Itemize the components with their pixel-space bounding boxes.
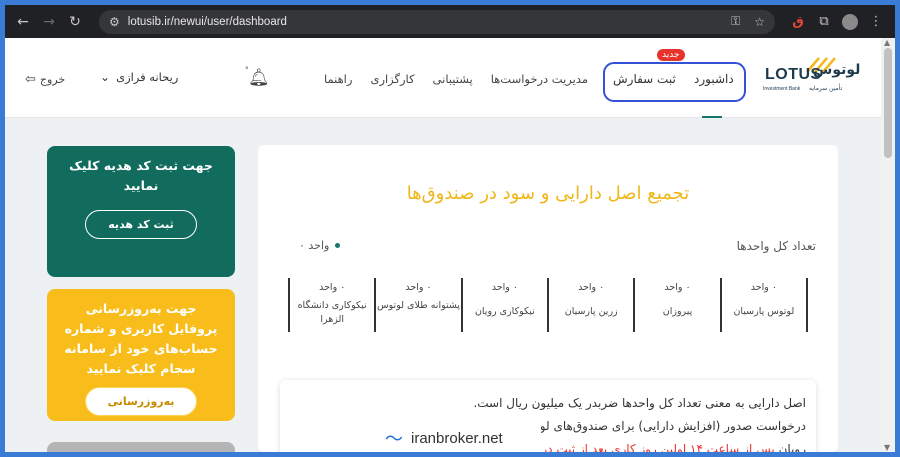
total-units-label: تعداد کل واحدها: [736, 239, 816, 253]
main-nav: مدیریت درخواست‌ها پشتیبانی کارگزاری راهن…: [315, 72, 597, 86]
fund-name: پیروزان: [662, 306, 693, 317]
panel-title: تجمیع اصل دارایی و سود در صندوق‌ها: [406, 183, 690, 204]
nav-item-brokerage[interactable]: کارگزاری: [361, 72, 423, 86]
fund-name: نیکوکاری رویان: [474, 306, 535, 317]
fund-units: ۰ واحد: [405, 282, 432, 293]
logout-label: خروج: [39, 73, 66, 86]
tab-order[interactable]: ثبت سفارش: [613, 72, 676, 86]
info-line-1: اصل دارایی به معنی تعداد کل واحدها ضربدر…: [473, 396, 806, 410]
back-icon[interactable]: ←: [13, 12, 33, 32]
site-page: ⇦ خروج ⌄ ریحانه فرازی ° 🔔︎ مدیریت درخواست…: [5, 38, 881, 452]
nav-item-guide[interactable]: راهنما: [315, 72, 361, 86]
total-units-text: ۰ واحد: [299, 239, 330, 252]
info-line-3-prefix: رویان: [778, 442, 806, 452]
logo-persian: لوتوس: [813, 62, 861, 78]
fund-units: ۰ واحد: [491, 282, 518, 293]
logout-link[interactable]: ⇦ خروج: [25, 72, 65, 87]
nav-item-support[interactable]: پشتیبانی: [424, 72, 482, 86]
logout-icon: ⇦: [25, 72, 36, 87]
url-text[interactable]: lotusib.ir/newui/user/dashboard: [128, 16, 717, 28]
fund-units: ۰ واحد: [664, 282, 691, 293]
info-line-3: رویان پس از ساعت ۱۴ اولین روز کاری بعد ا…: [294, 438, 806, 452]
fund-item[interactable]: ۰ واحد زرین پارسیان: [549, 278, 636, 332]
browser-toolbar: ← → ↻ ⚙ lotusib.ir/newui/user/dashboard …: [5, 5, 895, 38]
notification-count: °: [245, 66, 249, 74]
update-profile-title: جهت به‌روزرسانی پروفایل کاربری و شماره ح…: [64, 301, 218, 376]
nav-item-management[interactable]: مدیریت درخواست‌ها: [482, 72, 597, 86]
fund-item[interactable]: ۰ واحد نیکوکاری دانشگاه الزهرا: [288, 278, 377, 332]
trend-icon: 〜: [385, 429, 403, 450]
info-line-2: درخواست صدور (افزایش دارایی) برای صندوق‌…: [420, 419, 806, 433]
fund-name: پشتوانه طلای لوتوس: [377, 300, 460, 311]
fund-name: لوتوس پارسیان: [733, 306, 795, 317]
forward-icon[interactable]: →: [39, 12, 59, 32]
status-dot: [335, 243, 341, 248]
fund-name: نیکوکاری دانشگاه الزهرا: [297, 300, 367, 325]
site-header: ⇦ خروج ⌄ ریحانه فرازی ° 🔔︎ مدیریت درخواست…: [5, 38, 881, 118]
fund-item[interactable]: ۰ واحد لوتوس پارسیان: [722, 278, 808, 332]
total-units-value: ۰ واحد: [299, 239, 341, 252]
browser-window: ← → ↻ ⚙ lotusib.ir/newui/user/dashboard …: [5, 5, 895, 452]
scroll-up-icon[interactable]: ▲: [884, 38, 890, 47]
profile-avatar-icon[interactable]: [839, 11, 861, 33]
update-profile-card: جهت به‌روزرسانی پروفایل کاربری و شماره ح…: [47, 289, 235, 421]
extension-icon[interactable]: ق: [787, 11, 809, 33]
site-info-icon[interactable]: ⚙: [109, 15, 120, 29]
fund-list: ۰ واحد لوتوس پارسیان ۰ واحد پیروزان ۰ وا…: [288, 278, 808, 332]
watermark: 〜 iranbroker.net: [375, 420, 541, 452]
fund-units: ۰ واحد: [750, 282, 777, 293]
browser-menu-icon[interactable]: ⋮: [865, 11, 887, 33]
page-scrollbar[interactable]: ▲ ▼: [881, 38, 895, 452]
fund-item[interactable]: ۰ واحد پیروزان: [635, 278, 722, 332]
watermark-text: iranbroker.net: [411, 429, 503, 447]
fund-units: ۰ واحد: [319, 282, 346, 293]
info-box: اصل دارایی به معنی تعداد کل واحدها ضربدر…: [280, 380, 816, 452]
user-name: ریحانه فرازی: [116, 70, 179, 84]
key-icon[interactable]: ⚿: [731, 14, 740, 29]
bookmark-star-icon[interactable]: ☆: [754, 15, 765, 29]
scrollbar-thumb[interactable]: [884, 48, 892, 158]
logo-sub-latin: Investment Bank: [763, 86, 801, 92]
sidebar-card-3: [47, 442, 235, 452]
active-tab-indicator: [702, 116, 722, 118]
fund-units: ۰ واحد: [578, 282, 605, 293]
update-profile-button[interactable]: به‌روزرسانی: [84, 387, 198, 416]
address-bar[interactable]: ⚙ lotusib.ir/newui/user/dashboard ⚿ ☆: [99, 9, 775, 34]
new-badge: جدید: [657, 49, 685, 61]
gift-code-title: جهت ثبت کد هدیه کلیک نمایید: [69, 158, 213, 193]
scroll-down-icon[interactable]: ▼: [884, 443, 890, 452]
tab-dashboard[interactable]: داشبورد: [694, 72, 734, 86]
logo-sub-persian: تأمین سرمایه: [809, 85, 843, 92]
chevron-down-icon: ⌄: [100, 70, 111, 84]
extensions-puzzle-icon[interactable]: ⧉: [813, 11, 835, 33]
gift-code-card: جهت ثبت کد هدیه کلیک نمایید ثبت کد هدیه: [47, 146, 235, 277]
lotus-logo[interactable]: LOTUS لوتوس Investment Bank تأمین سرمایه: [757, 54, 867, 98]
fund-name: زرین پارسیان: [564, 306, 618, 317]
reload-icon[interactable]: ↻: [65, 12, 85, 32]
user-menu[interactable]: ⌄ ریحانه فرازی: [100, 70, 178, 84]
gift-code-button[interactable]: ثبت کد هدیه: [85, 210, 197, 239]
notification-bell-icon[interactable]: ° 🔔︎: [245, 66, 270, 88]
fund-item[interactable]: ۰ واحد پشتوانه طلای لوتوس: [376, 278, 463, 332]
fund-item[interactable]: ۰ واحد نیکوکاری رویان: [463, 278, 550, 332]
